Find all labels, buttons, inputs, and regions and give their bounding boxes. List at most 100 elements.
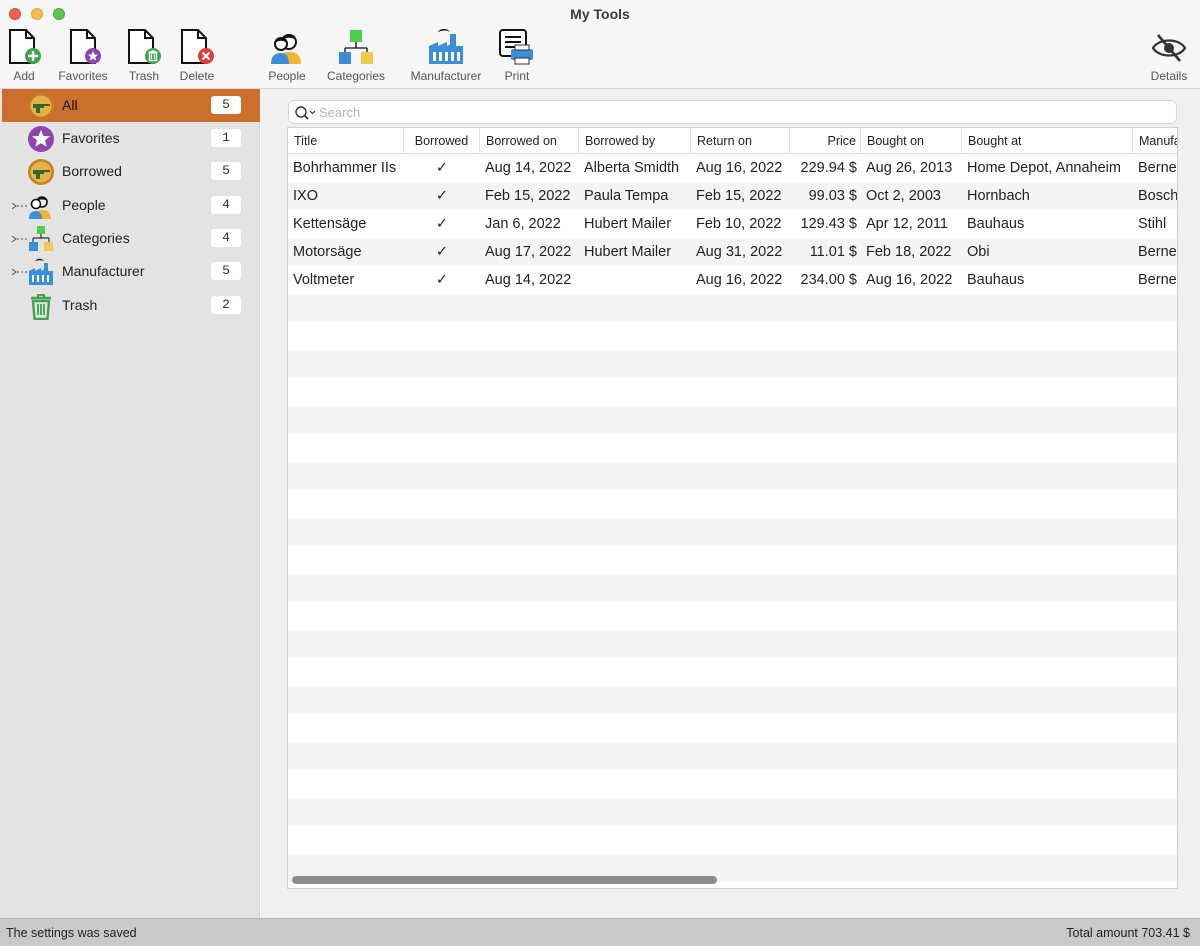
eye-slash-icon (1151, 34, 1187, 62)
cell-bought-at: Home Depot, Annaheim (967, 160, 1121, 176)
cell-borrowed-on: Aug 14, 2022 (485, 272, 572, 288)
empty-row (288, 686, 1177, 714)
sidebar-item-label: Manufacturer (62, 263, 145, 279)
sidebar-item-count: 1 (211, 129, 241, 147)
table-row[interactable]: Voltmeter ✓ Aug 14, 2022 Aug 16, 2022 23… (288, 266, 1177, 294)
cell-price: 99.03 $ (808, 188, 857, 204)
column-header-borrowed-on[interactable]: Borrowed on (480, 128, 579, 154)
people-toolbar-button[interactable]: People (264, 28, 310, 86)
column-header-return-on[interactable]: Return on (691, 128, 790, 154)
cell-borrowed-by: Paula Tempa (584, 188, 669, 204)
column-header-borrowed[interactable]: Borrowed (404, 128, 480, 154)
cell-title: Motorsäge (293, 244, 362, 260)
people-icon (29, 196, 51, 219)
favorites-button[interactable]: Favorites (54, 28, 112, 86)
cell-bought-at: Hornbach (967, 188, 1030, 204)
search-icon[interactable] (294, 105, 318, 121)
empty-row (288, 406, 1177, 434)
printer-icon (499, 29, 533, 65)
cell-price: 234.00 $ (800, 272, 857, 288)
column-header-manufacturer[interactable]: Manufa (1133, 128, 1177, 154)
sidebar-item-label: Favorites (62, 130, 120, 146)
cell-borrowed-on: Feb 15, 2022 (485, 188, 571, 204)
search-field[interactable] (288, 100, 1177, 124)
drill-icon (28, 159, 54, 185)
delete-label: Delete (179, 69, 215, 83)
cell-return-on: Aug 16, 2022 (696, 272, 783, 288)
cell-bought-on: Oct 2, 2003 (866, 188, 941, 204)
cell-return-on: Aug 31, 2022 (696, 244, 783, 260)
categories-icon (339, 30, 373, 64)
factory-icon (429, 29, 463, 64)
sidebar-item-manufacturer[interactable]: Manufacturer 5 (2, 255, 260, 288)
sidebar-item-label: Borrowed (62, 163, 122, 179)
search-input[interactable] (319, 103, 1159, 121)
cell-title: Kettensäge (293, 216, 367, 232)
categories-toolbar-label: Categories (326, 69, 386, 83)
disclosure-arrow-icon[interactable] (11, 267, 27, 277)
sidebar-item-all[interactable]: All 5 (2, 89, 260, 122)
cell-manufacturer: Stihl (1138, 216, 1167, 232)
favorite-document-icon (70, 29, 101, 64)
cell-price: 11.01 $ (809, 244, 857, 260)
sidebar-item-favorites[interactable]: Favorites 1 (2, 122, 260, 155)
disclosure-arrow-icon[interactable] (11, 234, 27, 244)
delete-document-icon (181, 29, 214, 64)
empty-row (288, 350, 1177, 378)
favorites-label: Favorites (58, 69, 108, 83)
table-row[interactable]: Bohrhammer IIs ✓ Aug 14, 2022 Alberta Sm… (288, 154, 1177, 182)
cell-borrowed: ✓ (435, 244, 449, 260)
manufacturer-toolbar-button[interactable]: Manufacturer (404, 28, 488, 86)
table-row[interactable]: Kettensäge ✓ Jan 6, 2022 Hubert Mailer F… (288, 210, 1177, 238)
sidebar-item-label: Categories (62, 230, 130, 246)
cell-borrowed-on: Aug 14, 2022 (485, 160, 572, 176)
cell-bought-at: Bauhaus (967, 216, 1025, 232)
table-row[interactable]: IXO ✓ Feb 15, 2022 Paula Tempa Feb 15, 2… (288, 182, 1178, 210)
add-document-icon (9, 29, 41, 64)
details-button[interactable]: Details (1146, 28, 1192, 86)
empty-row (288, 770, 1177, 798)
trash-document-icon (128, 29, 161, 64)
cell-borrowed: ✓ (435, 188, 449, 204)
disclosure-arrow-icon[interactable] (11, 201, 27, 211)
add-label: Add (13, 69, 35, 83)
empty-row (288, 798, 1177, 826)
factory-icon (29, 258, 53, 285)
empty-row (288, 294, 1177, 322)
empty-row (288, 630, 1177, 658)
cell-manufacturer: Bosch (1138, 188, 1178, 204)
empty-row (288, 434, 1177, 462)
table-row[interactable]: Motorsäge ✓ Aug 17, 2022 Hubert Mailer A… (288, 238, 1177, 266)
sidebar-item-borrowed[interactable]: Borrowed 5 (2, 155, 260, 188)
empty-row (288, 322, 1177, 350)
empty-row (288, 602, 1177, 630)
trash-button[interactable]: Trash (123, 28, 165, 86)
cell-price: 129.43 $ (800, 216, 857, 232)
column-header-bought-on[interactable]: Bought on (861, 128, 962, 154)
cell-return-on: Aug 16, 2022 (696, 160, 783, 176)
categories-icon (29, 226, 53, 251)
empty-row (288, 826, 1177, 854)
cell-bought-at: Obi (967, 244, 990, 260)
cell-borrowed-on: Aug 17, 2022 (485, 244, 572, 260)
print-button[interactable]: Print (497, 28, 537, 86)
empty-row (288, 462, 1177, 490)
cell-title: IXO (293, 188, 318, 204)
sidebar-item-count: 5 (211, 262, 241, 280)
column-header-bought-at[interactable]: Bought at (962, 128, 1133, 154)
sidebar-item-people[interactable]: People 4 (2, 189, 260, 222)
sidebar-item-trash[interactable]: Trash 2 (2, 289, 260, 322)
cell-title: Bohrhammer IIs (293, 160, 397, 176)
add-button[interactable]: Add (4, 28, 44, 86)
sidebar-item-count: 2 (211, 296, 241, 314)
delete-button[interactable]: Delete (176, 28, 218, 86)
column-header-title[interactable]: Title (288, 128, 404, 154)
sidebar-item-categories[interactable]: Categories 4 (2, 222, 260, 255)
empty-row (288, 714, 1177, 742)
empty-row (288, 490, 1177, 518)
categories-toolbar-button[interactable]: Categories (323, 28, 389, 86)
column-header-borrowed-by[interactable]: Borrowed by (579, 128, 691, 154)
horizontal-scrollbar[interactable] (292, 876, 717, 884)
sidebar-item-count: 4 (211, 229, 241, 247)
column-header-price[interactable]: Price (790, 128, 861, 154)
